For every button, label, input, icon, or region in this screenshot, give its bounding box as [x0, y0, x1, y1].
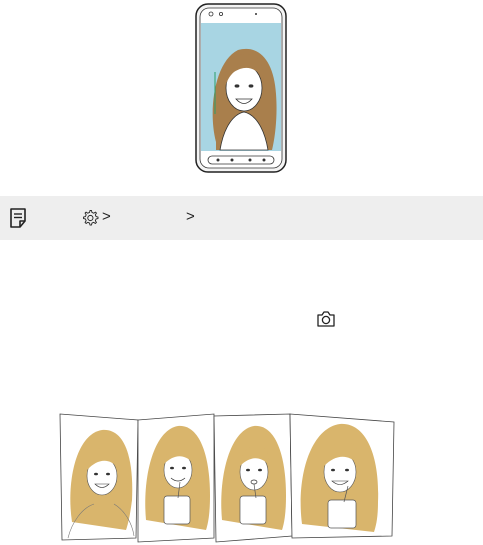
breadcrumb-separator: >	[102, 208, 111, 225]
breadcrumb-separator: >	[186, 208, 195, 225]
sequence-frame-2	[137, 413, 215, 543]
sequence-frame-3	[213, 413, 293, 543]
camera-icon	[317, 311, 335, 327]
note-icon	[10, 208, 26, 228]
note-bar: > >	[0, 196, 483, 240]
phone-illustration	[195, 3, 287, 173]
sequence-frame-4	[289, 413, 395, 539]
gear-icon	[83, 210, 99, 226]
sequence-frame-1	[59, 413, 139, 541]
gesture-sequence-illustration	[59, 413, 395, 543]
